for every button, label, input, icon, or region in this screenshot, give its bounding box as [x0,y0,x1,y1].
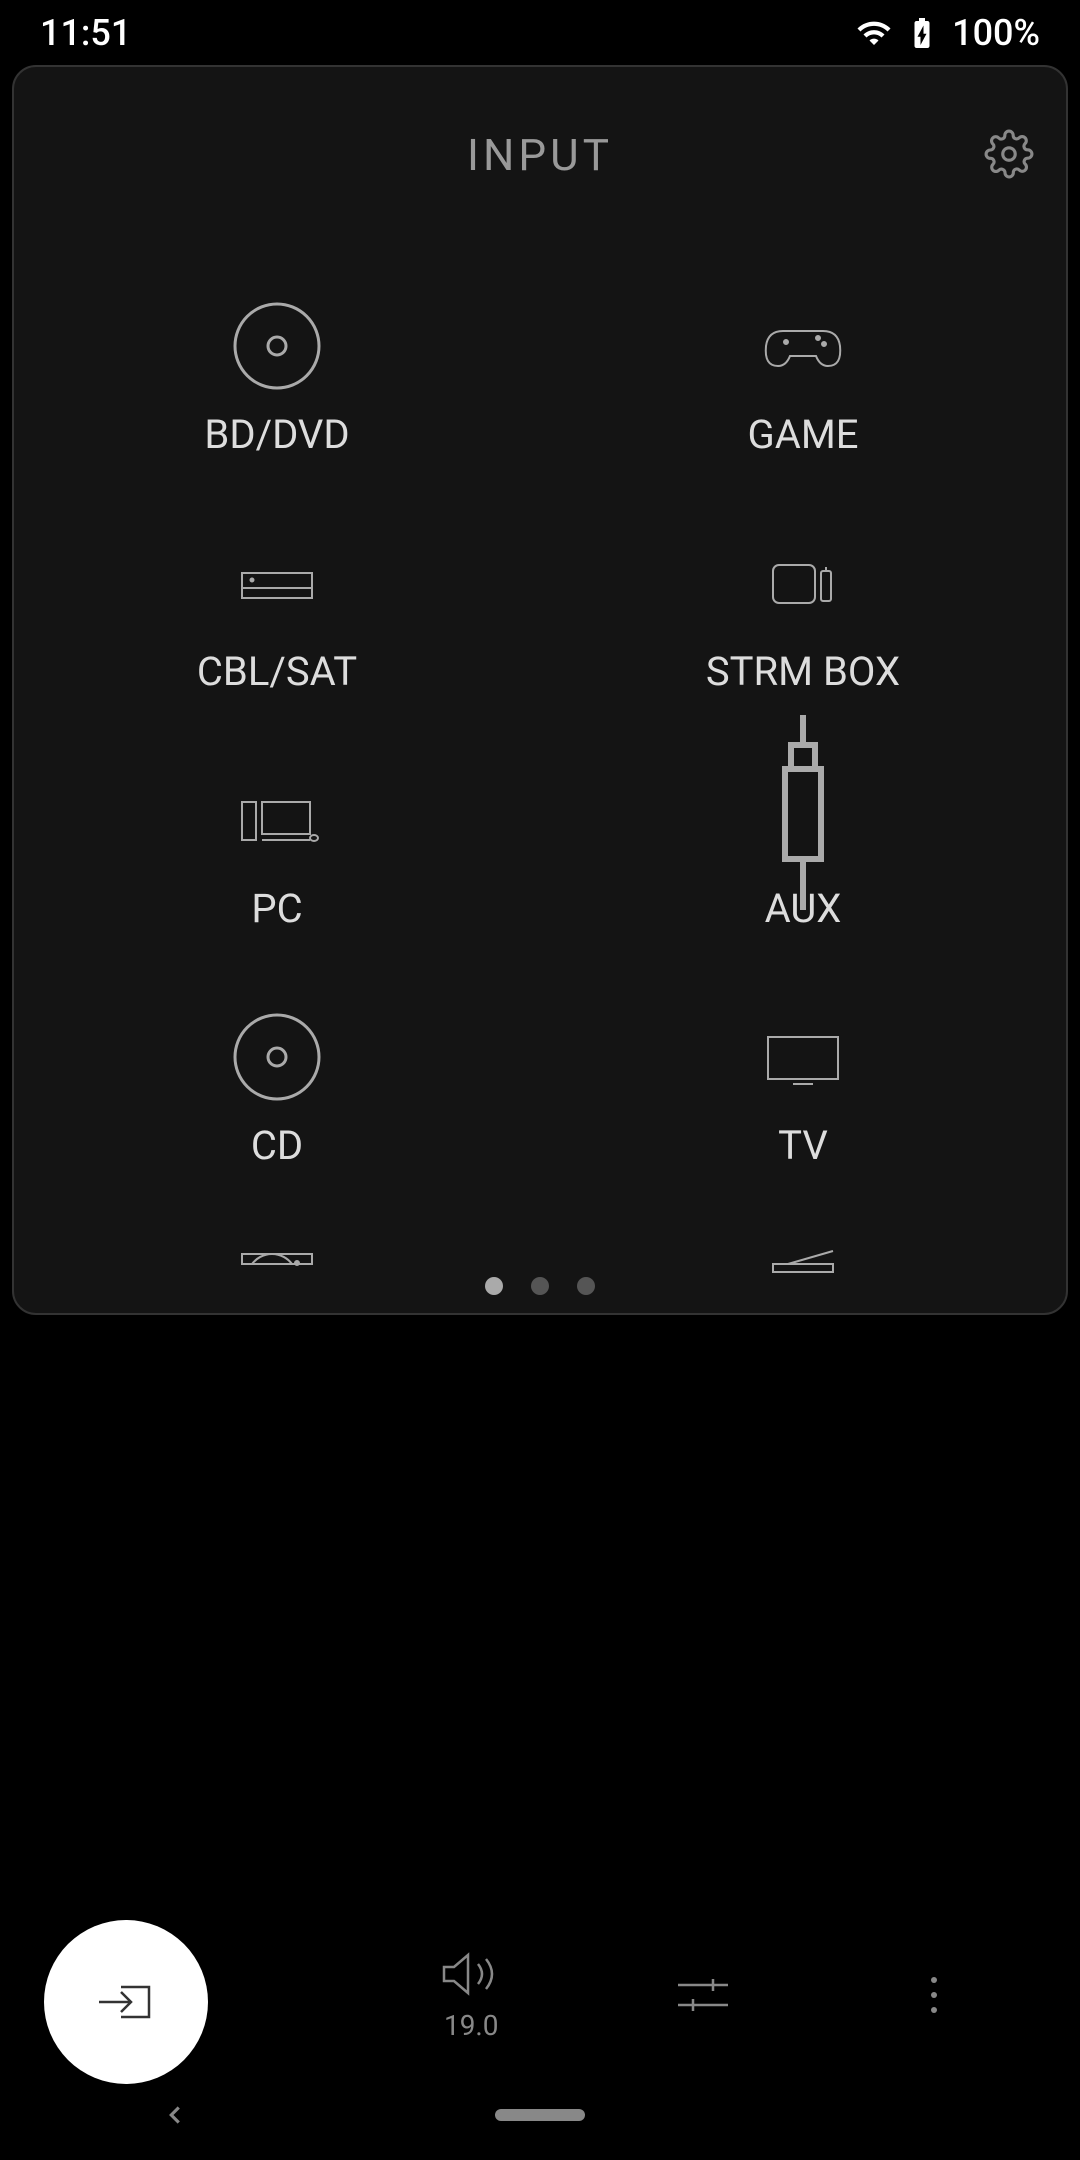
aux-jack-icon [758,785,848,855]
input-bd-dvd[interactable]: BD/DVD [14,281,540,518]
android-nav-bar [0,2070,1080,2160]
input-panel: INPUT BD/DVD [12,65,1068,1315]
input-aux[interactable]: AUX [540,755,1066,992]
page-dot-2[interactable] [531,1277,549,1295]
more-button[interactable] [899,1970,969,2020]
input-pc[interactable]: PC [14,755,540,992]
input-label: GAME [748,411,859,458]
nav-pill[interactable] [495,2109,585,2121]
tv-icon [758,1022,848,1092]
input-cd[interactable]: CD [14,992,540,1229]
page-dot-3[interactable] [577,1277,595,1295]
battery-charging-icon [904,15,940,51]
disc-icon [232,311,322,381]
status-right: 100% [856,12,1040,54]
chevron-left-icon [160,2100,190,2130]
input-label: CBL/SAT [197,648,357,695]
tuner-icon [758,1249,848,1284]
volume-icon [436,1949,506,1999]
input-label: STRM BOX [706,648,900,695]
input-label: PC [251,885,302,932]
stream-box-icon [758,548,848,618]
input-phono[interactable] [14,1229,540,1284]
wifi-icon [856,15,892,51]
input-label: BD/DVD [204,411,349,458]
input-label: CD [251,1122,303,1169]
panel-header: INPUT [14,67,1066,221]
back-button[interactable] [160,2100,190,2130]
gear-icon [984,129,1034,179]
volume-value: 19.0 [444,2009,499,2042]
page-dot-1[interactable] [485,1277,503,1295]
sliders-button[interactable] [668,1970,738,2020]
input-grid: BD/DVD GAME CBL/S [14,221,1066,1284]
more-vertical-icon [899,1970,969,2020]
phono-icon [232,1249,322,1284]
panel-title: INPUT [467,129,613,181]
disc-icon [232,1022,322,1092]
input-cbl-sat[interactable]: CBL/SAT [14,518,540,755]
status-bar: 11:51 100% [0,0,1080,65]
input-tuner[interactable] [540,1229,1066,1284]
settings-button[interactable] [984,129,1034,179]
volume-button[interactable]: 19.0 [436,1949,506,2042]
input-fab[interactable] [44,1920,208,2084]
sliders-icon [668,1970,738,2020]
page-indicator [485,1277,595,1295]
cable-box-icon [232,548,322,618]
input-tv[interactable]: TV [540,992,1066,1229]
input-label: TV [778,1122,828,1169]
pc-icon [232,785,322,855]
status-time: 11:51 [40,12,131,54]
input-game[interactable]: GAME [540,281,1066,518]
input-label: AUX [765,885,842,932]
input-source-icon [91,1977,161,2027]
bottom-bar: 19.0 [0,1920,1080,2070]
gamepad-icon [758,311,848,381]
status-battery: 100% [952,12,1040,54]
